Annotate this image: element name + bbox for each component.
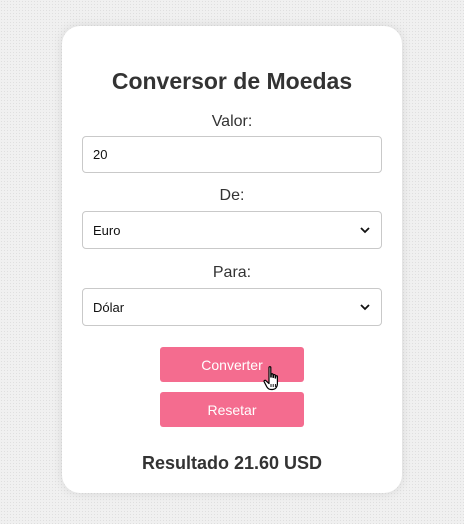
from-currency-selected: Euro xyxy=(93,222,121,238)
amount-input[interactable]: 20 xyxy=(82,136,382,173)
from-currency-select[interactable]: Euro xyxy=(82,211,382,249)
amount-input-value: 20 xyxy=(93,147,108,162)
to-currency-label: Para: xyxy=(212,264,252,281)
reset-button[interactable]: Resetar xyxy=(160,392,304,427)
from-currency-label: De: xyxy=(219,187,245,204)
to-currency-selected: Dólar xyxy=(93,299,125,315)
chevron-down-icon xyxy=(359,301,371,313)
hand-pointer-cursor-icon xyxy=(263,365,285,393)
chevron-down-icon xyxy=(359,224,371,236)
result-text: Resultado 21.60 USD xyxy=(141,453,323,473)
converter-card: Conversor de Moedas Valor: 20 De: Euro P… xyxy=(62,26,402,493)
to-currency-select[interactable]: Dólar xyxy=(82,288,382,326)
page-title: Conversor de Moedas xyxy=(111,68,353,94)
amount-label: Valor: xyxy=(211,113,253,130)
